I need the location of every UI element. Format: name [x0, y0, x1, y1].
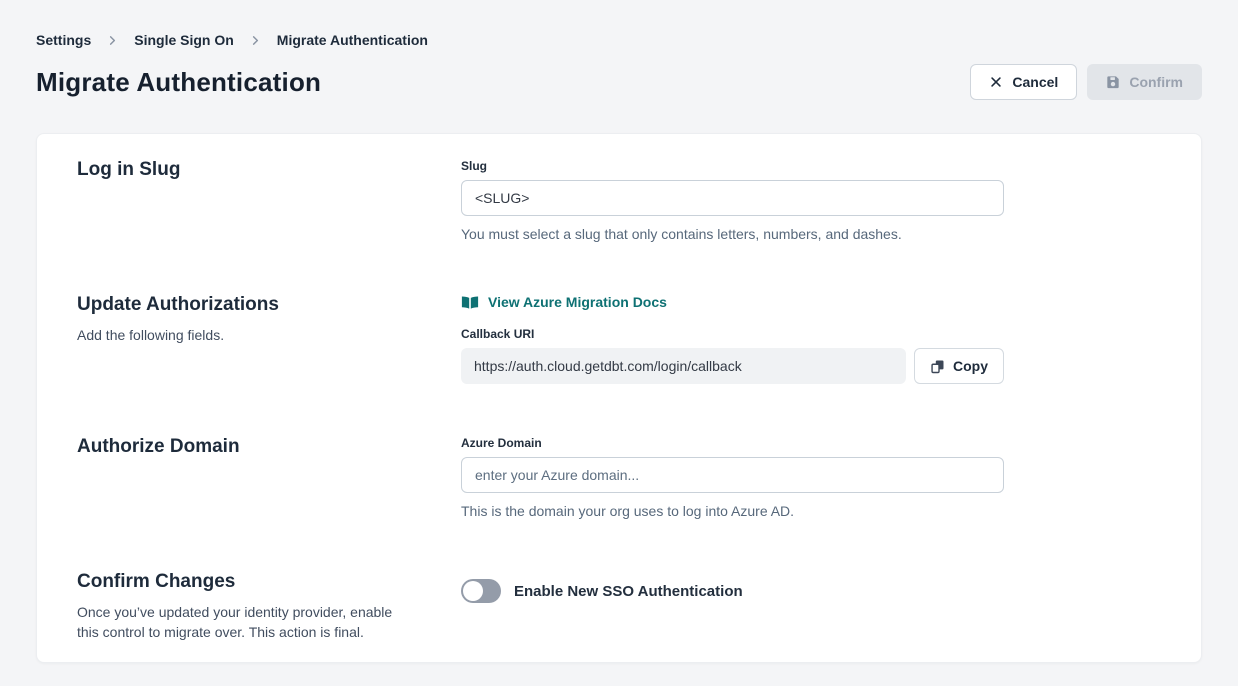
azure-domain-input[interactable]	[461, 457, 1004, 493]
slug-helper-text: You must select a slug that only contain…	[461, 226, 1004, 242]
callback-uri-value: https://auth.cloud.getdbt.com/login/call…	[461, 348, 906, 384]
settings-card: Log in Slug Slug You must select a slug …	[36, 133, 1202, 663]
header-actions: Cancel Confirm	[970, 64, 1202, 100]
breadcrumb: Settings Single Sign On Migrate Authenti…	[36, 0, 1202, 48]
chevron-right-icon	[250, 35, 261, 46]
section-authorize-domain: Authorize Domain Azure Domain This is th…	[77, 436, 1161, 519]
section-confirm-changes: Confirm Changes Once you’ve updated your…	[77, 571, 1161, 643]
migrate-authentication-page: Settings Single Sign On Migrate Authenti…	[0, 0, 1238, 663]
azure-domain-label: Azure Domain	[461, 436, 1004, 450]
save-icon	[1106, 75, 1120, 89]
section-update-authorizations: Update Authorizations Add the following …	[77, 294, 1161, 384]
confirm-changes-heading: Confirm Changes	[77, 571, 421, 593]
breadcrumb-migrate-authentication: Migrate Authentication	[277, 32, 428, 48]
cancel-button[interactable]: Cancel	[970, 64, 1077, 100]
enable-sso-toggle[interactable]	[461, 579, 501, 603]
copy-button[interactable]: Copy	[914, 348, 1004, 384]
section-login-slug: Log in Slug Slug You must select a slug …	[77, 159, 1161, 242]
update-authorizations-heading: Update Authorizations	[77, 294, 421, 316]
confirm-button-label: Confirm	[1129, 74, 1183, 90]
cancel-button-label: Cancel	[1012, 74, 1058, 90]
confirm-changes-description: Once you’ve updated your identity provid…	[77, 602, 407, 643]
copy-icon	[930, 359, 945, 374]
callback-uri-label: Callback URI	[461, 327, 1004, 341]
enable-sso-toggle-label: Enable New SSO Authentication	[514, 583, 743, 600]
book-icon	[461, 295, 479, 310]
azure-migration-docs-link[interactable]: View Azure Migration Docs	[461, 294, 667, 310]
page-title: Migrate Authentication	[36, 67, 321, 98]
breadcrumb-settings[interactable]: Settings	[36, 32, 91, 48]
page-header: Migrate Authentication Cancel Confirm	[36, 64, 1202, 100]
azure-migration-docs-link-label: View Azure Migration Docs	[488, 294, 667, 310]
slug-field-label: Slug	[461, 159, 1004, 173]
chevron-right-icon	[107, 35, 118, 46]
confirm-button[interactable]: Confirm	[1087, 64, 1202, 100]
update-authorizations-description: Add the following fields.	[77, 325, 407, 345]
login-slug-heading: Log in Slug	[77, 159, 421, 181]
copy-button-label: Copy	[953, 358, 988, 374]
azure-domain-helper-text: This is the domain your org uses to log …	[461, 503, 1004, 519]
close-icon	[989, 75, 1003, 89]
slug-input[interactable]	[461, 180, 1004, 216]
toggle-knob	[463, 581, 483, 601]
breadcrumb-single-sign-on[interactable]: Single Sign On	[134, 32, 234, 48]
authorize-domain-heading: Authorize Domain	[77, 436, 421, 458]
